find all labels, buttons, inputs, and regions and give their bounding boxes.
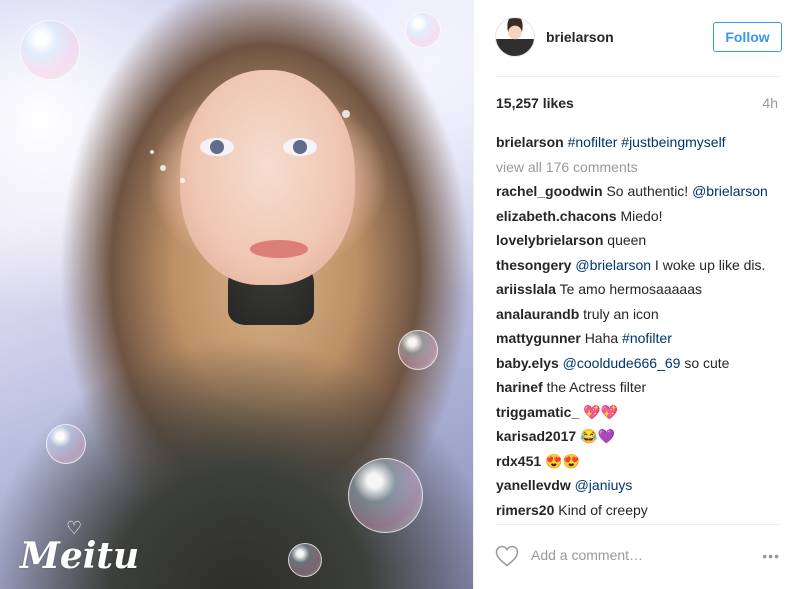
comment-text: Te amo hermosaaaaas: [559, 281, 702, 297]
more-options-icon[interactable]: •••: [762, 548, 780, 564]
comment-row: baby.elys @cooldude666_69 so cute: [496, 354, 786, 379]
comment-row: rimers20 Kind of creepy: [496, 501, 786, 526]
footer-divider: [495, 524, 780, 525]
caption: brielarson #nofilter #justbeingmyself: [496, 133, 786, 158]
bubble: [288, 543, 322, 577]
comment-username[interactable]: harinef: [496, 379, 543, 395]
comment-mention[interactable]: @janiuys: [575, 477, 633, 493]
comment-row: thesongery @brielarson I woke up like di…: [496, 256, 786, 281]
comment-username[interactable]: lovelybrielarson: [496, 232, 603, 248]
post-side-panel: brielarson Follow 15,257 likes 4h briela…: [473, 0, 800, 589]
comment-text: the Actress filter: [546, 379, 647, 395]
photo-left-eye: [200, 138, 234, 156]
comment-row: lovelybrielarson queen: [496, 231, 786, 256]
comment-row: ariisslala Te amo hermosaaaaas: [496, 280, 786, 305]
comment-row: rdx451 😍😍: [496, 452, 786, 477]
comment-text: queen: [607, 232, 647, 248]
comment-username[interactable]: triggamatic_: [496, 404, 579, 420]
bubble: [46, 424, 86, 464]
view-all-comments-link[interactable]: view all 176 comments: [496, 158, 786, 183]
post-time[interactable]: 4h: [762, 95, 778, 111]
post-header: brielarson Follow: [495, 17, 782, 65]
comment-username[interactable]: baby.elys: [496, 355, 559, 371]
sparkle: [160, 165, 166, 171]
bubble: [398, 330, 438, 370]
sparkle: [150, 150, 154, 154]
comment-text: Miedo!: [620, 207, 663, 224]
comment-emoji: 😂💜: [580, 428, 615, 444]
comment-text: Haha: [584, 330, 623, 346]
follow-button[interactable]: Follow: [713, 22, 782, 52]
comment-emoji: 😍😍: [545, 452, 580, 469]
comment-username[interactable]: rachel_goodwin: [496, 183, 603, 199]
comment-text: Kind of creepy: [558, 501, 648, 518]
comment-row: rachel_goodwin So authentic! @brielarson: [496, 182, 786, 207]
post-photo[interactable]: ♡ Meitu: [0, 0, 473, 589]
heart-icon[interactable]: [495, 545, 519, 567]
caption-hashtags[interactable]: #nofilter #justbeingmyself: [568, 134, 726, 150]
comment-text: I woke up like dis.: [651, 256, 766, 273]
comment-row: yanellevdw @janiuys: [496, 476, 786, 501]
bubble: [348, 458, 423, 533]
comment-row: harinef the Actress filter: [496, 378, 786, 403]
comment-text: So authentic!: [606, 183, 693, 199]
likes-count[interactable]: 15,257 likes: [496, 95, 574, 111]
comment-username[interactable]: elizabeth.chacons: [496, 208, 617, 224]
comment-bar: Add a comment… •••: [495, 540, 780, 572]
header-divider: [495, 76, 780, 77]
caption-username[interactable]: brielarson: [496, 134, 564, 150]
comment-text: truly an icon: [583, 305, 659, 322]
comment-username[interactable]: mattygunner: [496, 330, 581, 346]
comment-emoji: 💖💖: [583, 403, 619, 420]
comment-mention[interactable]: @brielarson: [575, 257, 651, 273]
comment-hashtag[interactable]: #nofilter: [622, 330, 672, 346]
comment-row: mattygunner Haha #nofilter: [496, 329, 786, 354]
photo-lips: [250, 240, 308, 258]
comment-username[interactable]: analaurandb: [496, 306, 579, 322]
comments-list: brielarson #nofilter #justbeingmyself vi…: [496, 133, 786, 525]
add-comment-input[interactable]: Add a comment…: [531, 547, 643, 563]
photo-right-eye: [283, 138, 317, 156]
comment-row: elizabeth.chacons Miedo!: [496, 207, 786, 232]
comment-username[interactable]: karisad2017: [496, 428, 576, 444]
sparkle: [180, 178, 185, 183]
bubble: [405, 12, 441, 48]
header-username[interactable]: brielarson: [546, 29, 614, 45]
comment-row: triggamatic_ 💖💖: [496, 403, 786, 428]
comment-username[interactable]: thesongery: [496, 257, 571, 273]
comment-username[interactable]: yanellevdw: [496, 477, 571, 493]
comment-username[interactable]: ariisslala: [496, 281, 556, 297]
bubble: [20, 20, 80, 80]
sparkle: [342, 110, 350, 118]
comment-row: analaurandb truly an icon: [496, 305, 786, 330]
comment-mention[interactable]: @cooldude666_69: [563, 355, 681, 371]
comment-mention[interactable]: @brielarson: [692, 183, 768, 199]
comment-text: so cute: [680, 354, 730, 371]
comment-username[interactable]: rimers20: [496, 502, 554, 518]
comment-row: karisad2017 😂💜: [496, 427, 786, 452]
avatar[interactable]: [495, 17, 535, 57]
meitu-watermark: Meitu: [20, 535, 140, 577]
comment-username[interactable]: rdx451: [496, 453, 541, 469]
